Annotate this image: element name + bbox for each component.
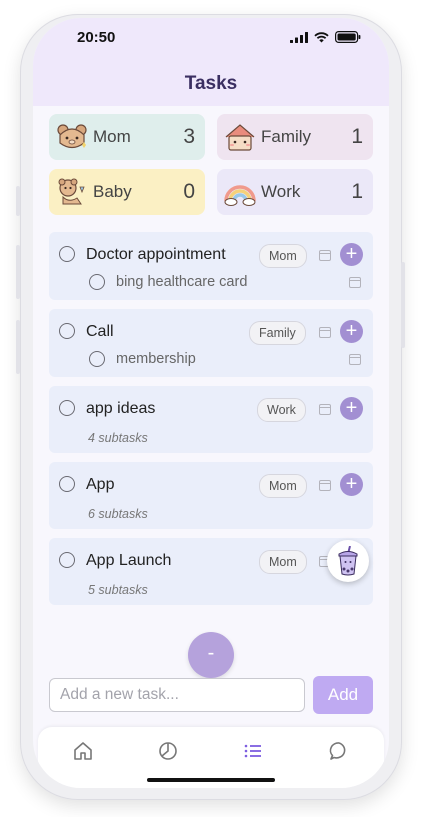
subtask-title: membership (116, 351, 196, 367)
status-time: 20:50 (77, 29, 116, 46)
new-task-input[interactable] (49, 678, 305, 712)
category-count: 3 (183, 125, 195, 148)
subtask-count: 5 subtasks (88, 583, 148, 597)
add-subtask-button[interactable]: + (340, 320, 363, 343)
add-task-button[interactable]: Add (313, 676, 373, 714)
calendar-icon[interactable] (319, 403, 331, 415)
category-count: 1 (351, 180, 363, 203)
calendar-icon[interactable] (349, 353, 361, 365)
phone-volume-up-button (16, 245, 20, 299)
task-title: Call (86, 323, 114, 340)
category-name: Mom (93, 127, 131, 146)
task-title: Doctor appointment (86, 246, 226, 263)
add-subtask-button[interactable]: + (340, 243, 363, 266)
task-card[interactable]: Call Family + membership (49, 309, 373, 377)
subtask-checkbox[interactable] (89, 351, 105, 367)
baby-bear-icon (58, 178, 85, 205)
task-tag[interactable]: Mom (259, 244, 307, 268)
battery-icon (335, 31, 361, 43)
chat-icon[interactable] (328, 740, 350, 762)
category-card-family[interactable]: Family 1 (217, 114, 373, 160)
category-name: Family (261, 127, 312, 146)
header: 20:50 Tasks (33, 18, 389, 106)
task-card[interactable]: App Mom + 6 subtasks (49, 462, 373, 529)
signal-icon (290, 31, 308, 43)
task-title: App (86, 476, 115, 493)
task-checkbox[interactable] (59, 400, 75, 416)
task-card[interactable]: app ideas Work + 4 subtasks (49, 386, 373, 453)
house-icon (225, 124, 255, 151)
task-card[interactable]: App Launch Mom 5 subtasks (49, 538, 373, 605)
phone-power-button (401, 262, 405, 348)
subtask-checkbox[interactable] (89, 274, 105, 290)
task-tag[interactable]: Work (257, 398, 306, 422)
category-card-work[interactable]: Work 1 (217, 169, 373, 215)
task-checkbox[interactable] (59, 552, 75, 568)
task-card[interactable]: Doctor appointment Mom + bing healthcare… (49, 232, 373, 300)
home-indicator (147, 778, 275, 782)
subtask-count: 6 subtasks (88, 507, 148, 521)
task-tag[interactable]: Mom (259, 550, 307, 574)
collapse-fab-button[interactable]: - (188, 632, 234, 678)
calendar-icon[interactable] (319, 326, 331, 338)
boba-tea-icon (338, 546, 358, 576)
category-count: 1 (351, 125, 363, 148)
task-checkbox[interactable] (59, 246, 75, 262)
task-title: app ideas (86, 400, 156, 417)
calendar-icon[interactable] (319, 479, 331, 491)
task-checkbox[interactable] (59, 476, 75, 492)
category-name: Baby (93, 182, 132, 201)
home-icon[interactable] (72, 740, 94, 762)
rainbow-icon (224, 185, 256, 206)
boba-assistant-button[interactable] (327, 540, 369, 582)
add-subtask-button[interactable]: + (340, 397, 363, 420)
category-count: 0 (183, 180, 195, 203)
wifi-icon (314, 31, 329, 42)
stats-icon[interactable] (157, 740, 179, 762)
list-icon[interactable] (242, 740, 264, 762)
phone-mute-button (16, 186, 20, 216)
subtask-count: 4 subtasks (88, 431, 148, 445)
status-icons (290, 31, 361, 43)
category-name: Work (261, 182, 301, 201)
app-screen: 20:50 Tasks Mom 3 Family 1 Baby 0 Work 1… (33, 18, 389, 788)
subtask-title: bing healthcare card (116, 274, 248, 290)
bear-face-icon (57, 124, 87, 149)
task-tag[interactable]: Family (249, 321, 306, 345)
category-card-baby[interactable]: Baby 0 (49, 169, 205, 215)
calendar-icon[interactable] (349, 276, 361, 288)
task-tag[interactable]: Mom (259, 474, 307, 498)
calendar-icon[interactable] (319, 249, 331, 261)
category-card-mom[interactable]: Mom 3 (49, 114, 205, 160)
page-title: Tasks (184, 73, 238, 94)
add-subtask-button[interactable]: + (340, 473, 363, 496)
task-title: App Launch (86, 552, 172, 569)
phone-volume-down-button (16, 320, 20, 374)
task-checkbox[interactable] (59, 323, 75, 339)
